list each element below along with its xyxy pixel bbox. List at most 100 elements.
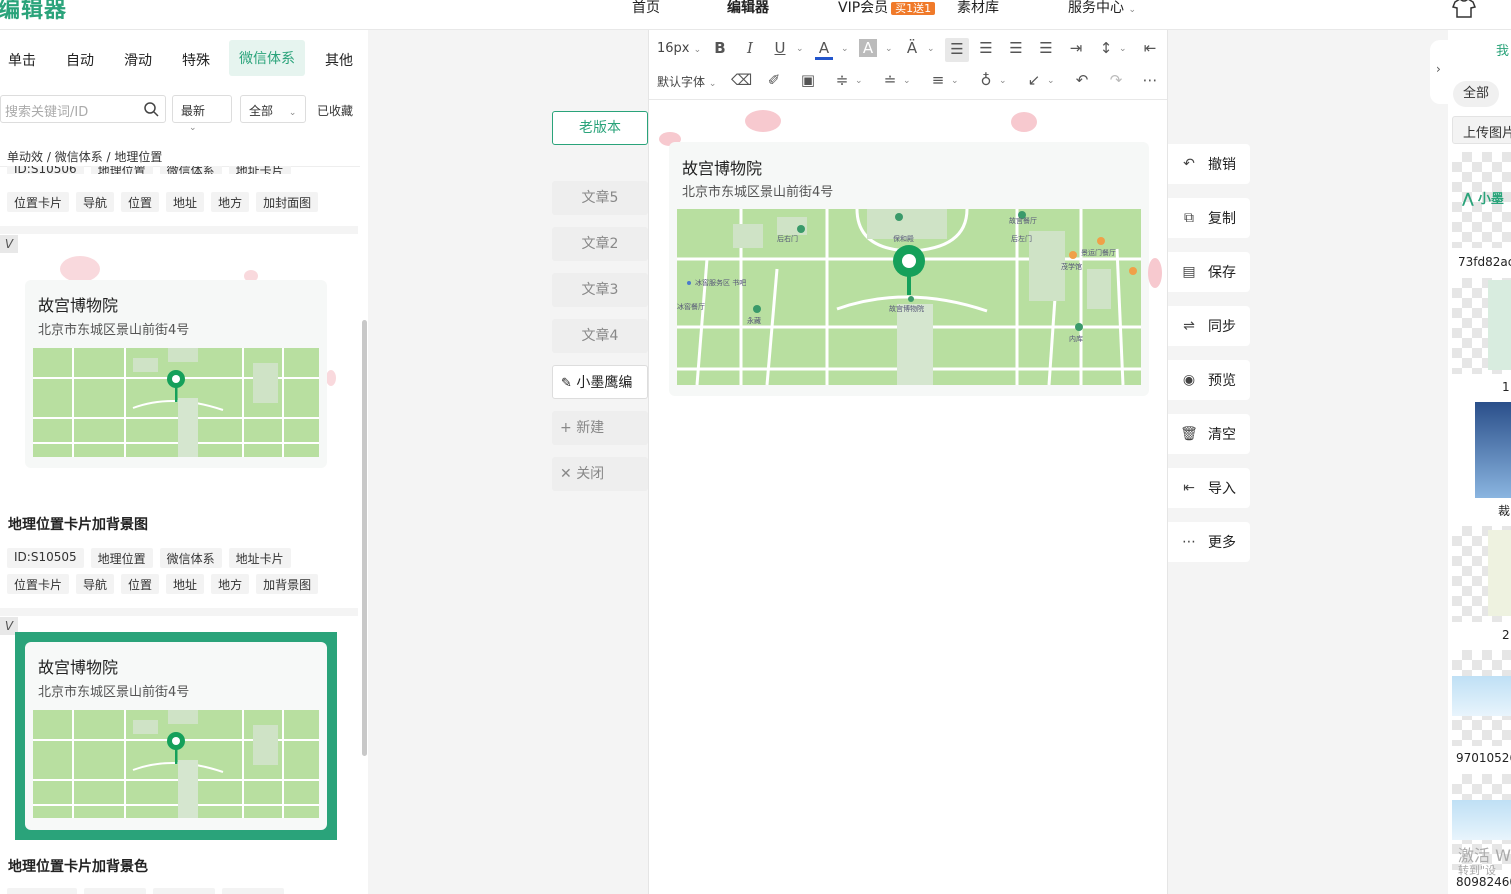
highlight-icon[interactable]: A [859, 39, 877, 57]
tag[interactable]: 地理位置 [90, 548, 153, 568]
arrow-icon[interactable]: ↙ [1025, 71, 1043, 89]
import-button[interactable]: ⇤ 导入 [1168, 468, 1250, 508]
tag[interactable]: 位置 [121, 192, 160, 212]
font-size-select[interactable]: 16px ⌄ [657, 41, 701, 56]
close-article-button[interactable]: ✕ 关闭 [552, 457, 648, 491]
nav-vip[interactable]: VIP会员 买1送1 [838, 0, 936, 17]
location-card[interactable]: 故宫博物院 北京市东城区景山前街4号 后右门 保和殿 故宫餐厅 后左门 冰窖服务… [669, 142, 1149, 396]
favorited-filter[interactable]: 已收藏 [317, 102, 353, 119]
article-tab[interactable]: 文章3 [552, 273, 648, 307]
tag[interactable]: 地址卡片 [228, 166, 291, 174]
old-version-button[interactable]: 老版本 [552, 111, 648, 145]
tag[interactable]: 导航 [76, 192, 115, 212]
tag[interactable] [153, 888, 215, 894]
tag[interactable]: 导航 [76, 574, 115, 594]
undo-button[interactable]: ↶ 撤销 [1168, 144, 1250, 184]
tag[interactable]: 地理位置 [90, 166, 153, 174]
tag[interactable]: 位置卡片 [7, 574, 70, 594]
current-article-tab[interactable]: ✎ 小墨鹰编 [552, 365, 648, 399]
article-tab[interactable]: 文章5 [552, 181, 648, 215]
font-family-select[interactable]: 默认字体 ⌄ [657, 73, 716, 90]
bulb-icon[interactable]: ♁ [977, 71, 995, 89]
tag[interactable] [222, 888, 284, 894]
tag[interactable]: ID:S10506 [7, 166, 84, 174]
scope-select[interactable]: 全部 ⌄ [240, 95, 306, 123]
tag[interactable]: 地址 [166, 192, 205, 212]
category-swipe[interactable]: 滑动 [124, 50, 152, 70]
paragraph-spacing-icon[interactable]: ≐ [881, 71, 899, 89]
article-tab[interactable]: 文章4 [552, 319, 648, 353]
preview-button[interactable]: ◉ 预览 [1168, 360, 1250, 400]
new-article-button[interactable]: + 新建 [552, 411, 648, 445]
breadcrumb-item[interactable]: 单动效 [7, 150, 43, 164]
tag[interactable]: 地方 [211, 192, 250, 212]
align-center-icon[interactable]: ☰ [977, 39, 995, 57]
material-thumb[interactable] [1452, 526, 1511, 622]
line-height-icon[interactable]: ↕ [1097, 39, 1115, 57]
panel-header[interactable]: 我 [1496, 40, 1509, 59]
search-icon[interactable] [143, 101, 159, 117]
chevron-down-icon: ⌄ [189, 123, 197, 133]
format-brush-icon[interactable]: ✐ [765, 71, 783, 89]
tag[interactable]: 位置卡片 [7, 192, 70, 212]
exit-icon[interactable]: ⇤ [1141, 39, 1159, 57]
tag[interactable] [84, 888, 146, 894]
article-tab[interactable]: 文章2 [552, 227, 648, 261]
tshirt-icon[interactable] [1452, 0, 1476, 18]
sync-button[interactable]: ⇌ 同步 [1168, 306, 1250, 346]
sort-select[interactable]: 最新 ⌄ [172, 95, 232, 133]
undo-icon[interactable]: ↶ [1073, 71, 1091, 89]
collapse-toggle[interactable]: › [1430, 40, 1450, 104]
tag[interactable]: 地方 [211, 574, 250, 594]
bold-icon[interactable]: B [711, 39, 729, 57]
tag[interactable]: 位置 [121, 574, 160, 594]
category-other[interactable]: 其他 [325, 50, 353, 70]
clear-button[interactable]: 🗑 清空 [1168, 414, 1250, 454]
align-right-icon[interactable]: ☰ [1007, 39, 1025, 57]
nav-home[interactable]: 首页 [632, 0, 660, 17]
more-icon[interactable]: ⋯ [1141, 71, 1159, 89]
align-left-icon[interactable]: ☰ [945, 38, 969, 62]
tag[interactable]: 加背景图 [256, 574, 319, 594]
indent-both-icon[interactable]: ≡ [929, 71, 947, 89]
material-thumb[interactable]: ⋀ 小墨 [1452, 152, 1511, 248]
category-tap[interactable]: 单击 [8, 50, 36, 70]
text-effect-icon[interactable]: Ä [903, 39, 921, 57]
underline-icon[interactable]: U [771, 39, 789, 57]
copy-button[interactable]: ⧉ 复制 [1168, 198, 1250, 238]
category-wechat[interactable]: 微信体系 [229, 40, 305, 76]
category-special[interactable]: 特殊 [182, 50, 210, 70]
material-thumb[interactable] [1452, 650, 1511, 746]
filter-all[interactable]: 全部 [1453, 81, 1499, 107]
tag[interactable]: 微信体系 [159, 548, 222, 568]
category-auto[interactable]: 自动 [66, 50, 94, 70]
tag[interactable]: 加封面图 [256, 192, 319, 212]
redo-icon[interactable]: ↷ [1107, 71, 1125, 89]
nav-materials[interactable]: 素材库 [957, 0, 999, 17]
nav-service[interactable]: 服务中心 ⌄ [1068, 0, 1136, 17]
material-thumb[interactable] [1475, 402, 1511, 498]
tag[interactable] [7, 888, 77, 894]
template-preview-card[interactable]: 故宫博物院 北京市东城区景山前街4号 [25, 280, 327, 468]
spacing-icon[interactable]: ≑ [833, 71, 851, 89]
tag[interactable]: ID:S10505 [7, 548, 84, 568]
indent-icon[interactable]: ⇥ [1067, 39, 1085, 57]
eraser-icon[interactable]: ⌫ [731, 71, 752, 89]
italic-icon[interactable]: I [741, 39, 759, 57]
template-preview-bg[interactable]: 故宫博物院 北京市东城区景山前街4号 [15, 632, 337, 840]
tag[interactable]: 微信体系 [159, 166, 222, 174]
nav-editor[interactable]: 编辑器 [727, 0, 769, 17]
search-input[interactable]: 搜索关键词/ID [0, 95, 166, 123]
more-button[interactable]: ⋯ 更多 [1168, 522, 1250, 562]
image-icon[interactable]: ▣ [799, 71, 817, 89]
breadcrumb-item[interactable]: 微信体系 [55, 150, 103, 164]
material-thumb[interactable] [1452, 278, 1511, 374]
align-justify-icon[interactable]: ☰ [1037, 39, 1055, 57]
scrollbar[interactable] [362, 320, 367, 756]
font-color-icon[interactable]: A [815, 39, 833, 60]
tag[interactable]: 地址 [166, 574, 205, 594]
logo[interactable]: 编辑器 [0, 0, 67, 24]
tag[interactable]: 地址卡片 [228, 548, 291, 568]
save-button[interactable]: ▤ 保存 [1168, 252, 1250, 292]
upload-image-button[interactable]: 上传图片 [1452, 116, 1511, 144]
